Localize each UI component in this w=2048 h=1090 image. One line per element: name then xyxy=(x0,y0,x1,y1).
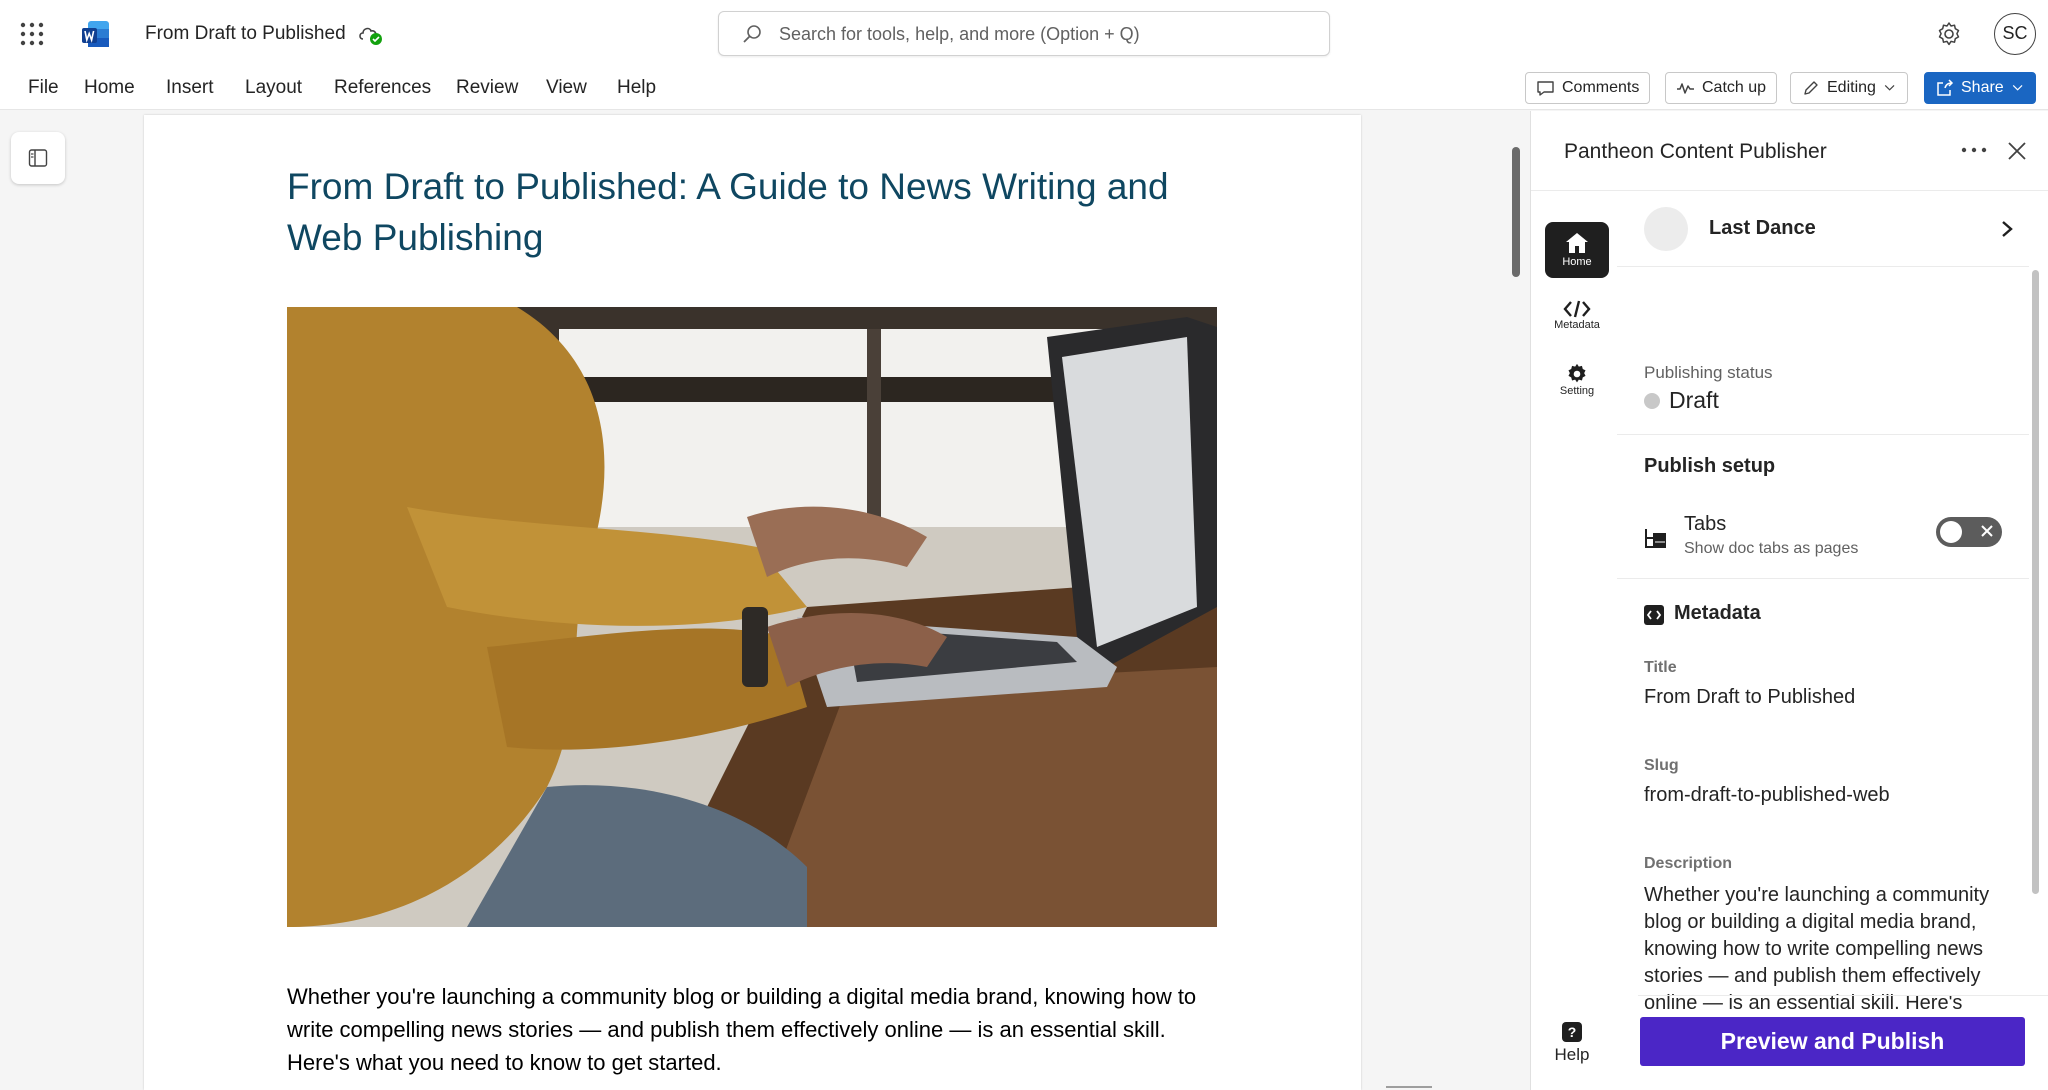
close-icon[interactable] xyxy=(2007,141,2027,161)
share-label: Share xyxy=(1961,79,2004,96)
menu-review[interactable]: Review xyxy=(456,77,518,99)
document-heading[interactable]: From Draft to Published: A Guide to News… xyxy=(287,161,1187,263)
more-options-icon[interactable] xyxy=(1961,145,1987,155)
site-avatar xyxy=(1644,207,1688,251)
search-input[interactable] xyxy=(779,20,1299,48)
description-field-label: Description xyxy=(1644,855,1733,872)
title-bar: From Draft to Published SC xyxy=(0,0,2048,68)
site-selector[interactable]: Last Dance xyxy=(1617,191,2029,267)
publishing-status-label: Publishing status xyxy=(1644,363,1773,382)
rail-home-tab[interactable]: Home xyxy=(1545,222,1609,278)
rail-metadata-label: Metadata xyxy=(1554,319,1600,331)
document-body-paragraph[interactable]: Whether you're launching a community blo… xyxy=(287,980,1227,1079)
gear-icon xyxy=(1568,363,1586,383)
chevron-down-icon xyxy=(2012,85,2023,91)
section-divider xyxy=(1617,578,2029,579)
navigation-pane-button[interactable] xyxy=(11,132,65,184)
document-title[interactable]: From Draft to Published xyxy=(145,23,346,45)
menu-help[interactable]: Help xyxy=(617,77,656,99)
rail-setting-tab[interactable]: Setting xyxy=(1545,363,1609,397)
panel-content: Last Dance Publishing status Draft Publi… xyxy=(1617,191,2048,1090)
menu-layout[interactable]: Layout xyxy=(245,77,302,99)
word-logo-icon[interactable] xyxy=(82,20,110,48)
rail-metadata-tab[interactable]: Metadata xyxy=(1545,299,1609,331)
panel-footer-divider xyxy=(1638,995,2048,996)
rail-setting-label: Setting xyxy=(1559,385,1595,397)
person-typing-on-laptop-image xyxy=(287,307,1217,927)
share-button[interactable]: Share xyxy=(1924,72,2036,104)
comment-icon xyxy=(1537,80,1554,96)
menu-view[interactable]: View xyxy=(546,77,587,99)
menu-home[interactable]: Home xyxy=(84,77,135,99)
catch-up-label: Catch up xyxy=(1702,79,1767,96)
user-avatar[interactable]: SC xyxy=(1994,13,2036,55)
rail-help-button[interactable]: ? Help xyxy=(1552,1022,1592,1065)
cloud-saved-icon[interactable] xyxy=(357,22,383,46)
menu-file[interactable]: File xyxy=(28,77,59,99)
ribbon-menu-bar: File Home Insert Layout References Revie… xyxy=(0,68,2048,110)
activity-icon xyxy=(1677,82,1694,94)
code-icon xyxy=(1563,300,1591,318)
toggle-off-x-icon xyxy=(1981,525,1993,537)
comments-button[interactable]: Comments xyxy=(1525,72,1651,104)
home-icon xyxy=(1566,233,1588,253)
search-icon xyxy=(743,25,761,43)
tabs-setting-subtitle: Show doc tabs as pages xyxy=(1684,540,1859,557)
rail-help-label: Help xyxy=(1554,1045,1590,1064)
chevron-down-icon xyxy=(1884,85,1895,91)
slug-field-value[interactable]: from-draft-to-published-web xyxy=(1644,784,1890,807)
app-launcher-icon[interactable] xyxy=(20,22,44,46)
share-icon xyxy=(1937,78,1954,96)
tabs-toggle-switch[interactable] xyxy=(1936,517,2002,547)
catch-up-button[interactable]: Catch up xyxy=(1665,72,1778,104)
editing-mode-button[interactable]: Editing xyxy=(1790,72,1908,104)
tabs-hierarchy-icon xyxy=(1645,529,1666,548)
pencil-icon xyxy=(1804,80,1818,95)
document-scrollbar-thumb[interactable] xyxy=(1512,147,1520,277)
publishing-status-value: Draft xyxy=(1669,387,1719,413)
rail-home-label: Home xyxy=(1562,256,1592,268)
page-break-indicator xyxy=(1386,1086,1432,1088)
comments-label: Comments xyxy=(1562,79,1640,96)
panel-title: Pantheon Content Publisher xyxy=(1564,140,1827,163)
hero-image[interactable] xyxy=(287,307,1217,927)
slug-field-label: Slug xyxy=(1644,757,1679,774)
settings-gear-icon[interactable] xyxy=(1936,21,1962,47)
search-bar[interactable] xyxy=(718,11,1330,56)
title-field-label: Title xyxy=(1644,659,1677,676)
content-publisher-panel: Pantheon Content Publisher Home Metadata… xyxy=(1530,111,2048,1090)
site-name: Last Dance xyxy=(1709,217,1816,239)
title-field-value[interactable]: From Draft to Published xyxy=(1644,686,1855,709)
panel-scrollbar-thumb[interactable] xyxy=(2032,270,2039,894)
menu-references[interactable]: References xyxy=(334,77,431,99)
tabs-setting-title: Tabs xyxy=(1684,513,1727,535)
navigation-pane-icon xyxy=(28,149,48,167)
publish-setup-heading: Publish setup xyxy=(1644,455,1776,477)
toggle-knob xyxy=(1940,521,1962,543)
chevron-right-icon xyxy=(2002,221,2013,237)
preview-and-publish-button[interactable]: Preview and Publish xyxy=(1640,1017,2025,1066)
menu-insert[interactable]: Insert xyxy=(166,77,214,99)
metadata-code-icon xyxy=(1644,605,1664,625)
section-divider xyxy=(1617,434,2029,435)
help-icon: ? xyxy=(1562,1022,1582,1042)
editing-label: Editing xyxy=(1827,79,1876,96)
metadata-heading: Metadata xyxy=(1674,602,1761,624)
status-indicator-dot xyxy=(1644,393,1660,409)
